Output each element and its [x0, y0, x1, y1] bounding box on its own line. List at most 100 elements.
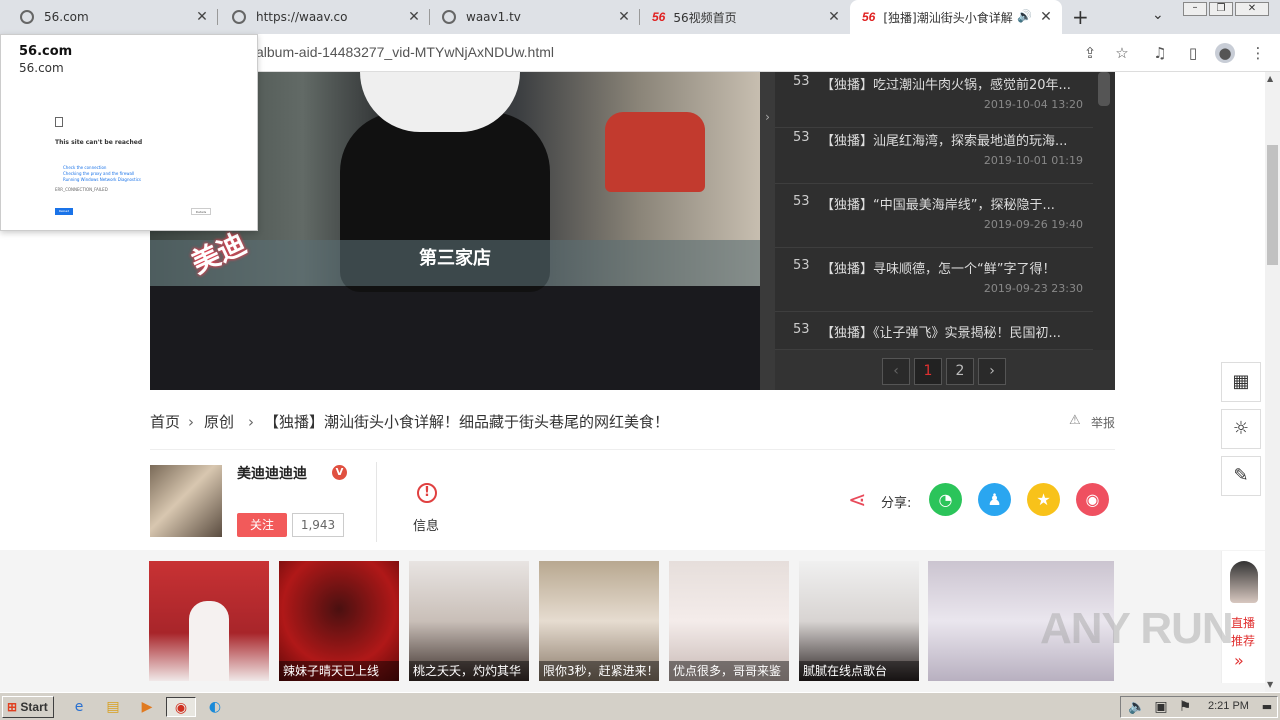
volume-icon[interactable]: 🔈 — [1126, 697, 1148, 717]
media-control-icon[interactable]: ♫ — [1150, 43, 1170, 63]
playlist-item[interactable]: 53 【独播】《让子弹飞》实景揭秘！民国初... — [775, 312, 1093, 350]
double-chevron-right-icon: » — [1234, 651, 1244, 670]
lightbulb-icon[interactable]: ☼ — [1221, 409, 1261, 449]
close-tab-icon[interactable]: ✕ — [1038, 9, 1054, 25]
playlist-item-title: 【独播】寻味顺德，怎一个“鲜”字了得！ — [821, 262, 1056, 277]
tab-title: [独播]潮汕街头小食详解 — [883, 10, 1013, 25]
new-tab-plus-icon[interactable]: + — [1072, 5, 1089, 29]
close-window-icon[interactable]: ✕ — [1235, 2, 1269, 16]
warning-icon[interactable]: ⚠ — [1069, 413, 1081, 428]
breadcrumb-category[interactable]: 原创 — [204, 413, 234, 431]
playlist-scrollbar[interactable] — [1098, 72, 1110, 106]
speaker-icon[interactable]: 🔊 — [1017, 9, 1032, 23]
playlist-item-title: 【独播】吃过潮汕牛肉火锅，感觉前20年... — [821, 78, 1071, 93]
live-thumbnail[interactable] — [149, 561, 269, 681]
show-desktop-icon[interactable]: ▬ — [1256, 697, 1278, 717]
chevron-right-icon: › — [188, 413, 195, 431]
qq-share-icon[interactable]: ♟ — [978, 483, 1011, 516]
info-label[interactable]: 信息 — [413, 515, 439, 534]
playlist-pager-bar — [775, 350, 1115, 390]
scroll-down-icon[interactable]: ▼ — [1267, 680, 1273, 689]
thumbnail-caption: 优点很多，哥哥来鉴 — [669, 661, 789, 681]
report-link[interactable]: 举报 — [1091, 414, 1115, 431]
share-label: 分享: — [881, 496, 912, 511]
next-page-icon[interactable]: › — [978, 358, 1006, 385]
playlist-item[interactable]: 53 【独播】汕尾红海湾，探索最地道的玩海... 2019-10-01 01:1… — [775, 120, 1093, 184]
page-title: 【独播】潮汕街头小食详解！细品藏于街头巷尾的网红美食！ — [264, 413, 670, 431]
suggestion: Running Windows Network Diagnostics — [63, 177, 141, 182]
chrome-icon[interactable]: ◉ — [166, 697, 196, 717]
breadcrumb-home[interactable]: 首页 — [150, 413, 180, 431]
thumbnail-caption: 桃之夭夭，灼灼其华 — [409, 661, 529, 681]
live-thumbnail[interactable]: 限你3秒，赶紧进来！ — [539, 561, 659, 681]
restore-icon[interactable]: ❐ — [1209, 2, 1233, 16]
chevron-down-icon[interactable]: ⌄ — [1152, 7, 1164, 23]
close-tab-icon[interactable]: ✕ — [826, 9, 842, 25]
wechat-share-icon[interactable]: ◔ — [929, 483, 962, 516]
network-icon[interactable]: ▣ — [1150, 697, 1172, 717]
close-tab-icon[interactable]: ✕ — [194, 9, 210, 25]
bookmark-star-icon[interactable]: ☆ — [1112, 43, 1132, 63]
side-panel-icon[interactable]: ▯ — [1183, 43, 1203, 63]
edge-icon[interactable]: ◐ — [204, 697, 226, 717]
prev-page-icon[interactable]: ‹ — [882, 358, 910, 385]
share-icon: ⋖ — [848, 488, 867, 513]
live-thumbnail[interactable]: 桃之夭夭，灼灼其华 — [409, 561, 529, 681]
playlist-item[interactable]: 53 【独播】“中国最美海岸线”，探秘隐于... 2019-09-26 19:4… — [775, 184, 1093, 248]
collapse-playlist-arrow[interactable]: › — [760, 72, 775, 390]
play-count: 53 — [793, 130, 810, 145]
page-button[interactable]: 1 — [914, 358, 942, 385]
live-label: 直播 — [1231, 616, 1256, 630]
scrollbar-thumb[interactable] — [1267, 145, 1278, 265]
verified-badge-icon: V — [332, 465, 347, 480]
tab-waav1-tv[interactable]: waav1.tv ✕ — [430, 0, 640, 34]
start-label: Start — [20, 700, 48, 714]
details-button[interactable]: Details — [191, 208, 211, 215]
minimize-icon[interactable]: – — [1183, 2, 1207, 16]
preview-title: 56.com — [19, 44, 73, 59]
play-count: 53 — [793, 322, 810, 337]
flag-icon[interactable]: ⚑ — [1174, 697, 1196, 717]
globe-icon — [232, 10, 246, 24]
close-tab-icon[interactable]: ✕ — [406, 9, 422, 25]
media-player-icon[interactable]: ▶ — [136, 697, 158, 717]
playlist-item[interactable]: 53 【独播】吃过潮汕牛肉火锅，感觉前20年... 2019-10-04 13:… — [775, 64, 1093, 128]
tab-56com[interactable]: 56.com ✕ — [8, 0, 218, 34]
follow-button[interactable]: 关注 — [237, 513, 287, 537]
profile-avatar-icon[interactable]: ● — [1215, 43, 1235, 63]
thumbnail-caption: 腻腻在线点歌台 — [799, 661, 919, 681]
close-tab-icon[interactable]: ✕ — [616, 9, 632, 25]
live-thumbnail[interactable]: 优点很多，哥哥来鉴 — [669, 561, 789, 681]
weibo-share-icon[interactable]: ◉ — [1076, 483, 1109, 516]
author-avatar[interactable] — [150, 465, 222, 537]
author-name[interactable]: 美迪迪迪迪 — [237, 463, 307, 483]
globe-icon — [20, 10, 34, 24]
playlist-item[interactable]: 53 【独播】寻味顺德，怎一个“鲜”字了得！ 2019-09-23 23:30 — [775, 248, 1093, 312]
folder-icon[interactable]: ▤ — [102, 697, 124, 717]
tab-active-video[interactable]: 56 [独播]潮汕街头小食详解 🔊 ✕ — [850, 0, 1062, 34]
page-button[interactable]: 2 — [946, 358, 974, 385]
ie-icon[interactable]: e — [68, 697, 90, 717]
tab-title: waav1.tv — [466, 10, 521, 24]
divider — [150, 449, 1115, 450]
playlist-item-title: 【独播】汕尾红海湾，探索最地道的玩海... — [821, 134, 1068, 149]
tab-title: 56视频首页 — [673, 10, 737, 25]
more-menu-icon[interactable]: ⋮ — [1248, 43, 1268, 63]
qr-code-icon[interactable]: ▦ — [1221, 362, 1261, 402]
divider — [376, 462, 377, 542]
feedback-edit-icon[interactable]: ✎ — [1221, 456, 1261, 496]
breadcrumb: 首页 › 原创 › 【独播】潮汕街头小食详解！细品藏于街头巷尾的网红美食！ — [150, 411, 677, 432]
qzone-share-icon[interactable]: ★ — [1027, 483, 1060, 516]
live-thumbnail[interactable]: 辣妹子晴天已上线 — [279, 561, 399, 681]
info-icon[interactable]: ! — [417, 483, 437, 503]
tab-waav-co[interactable]: https://waav.co ✕ — [220, 0, 430, 34]
reload-button[interactable]: Reload — [55, 208, 73, 215]
clock: 2:21 PM — [1208, 700, 1249, 712]
share-page-icon[interactable]: ⇪ — [1080, 43, 1100, 63]
error-title: This site can't be reached — [55, 139, 143, 146]
url-field[interactable]: album-aid-14483277_vid-MTYwNjAxNDUw.html — [256, 44, 554, 60]
tab-56-home[interactable]: 56 56视频首页 ✕ — [640, 0, 850, 34]
live-thumbnail[interactable]: 腻腻在线点歌台 — [799, 561, 919, 681]
start-button[interactable]: ⊞ Start — [2, 696, 54, 718]
scroll-up-icon[interactable]: ▲ — [1267, 74, 1273, 83]
